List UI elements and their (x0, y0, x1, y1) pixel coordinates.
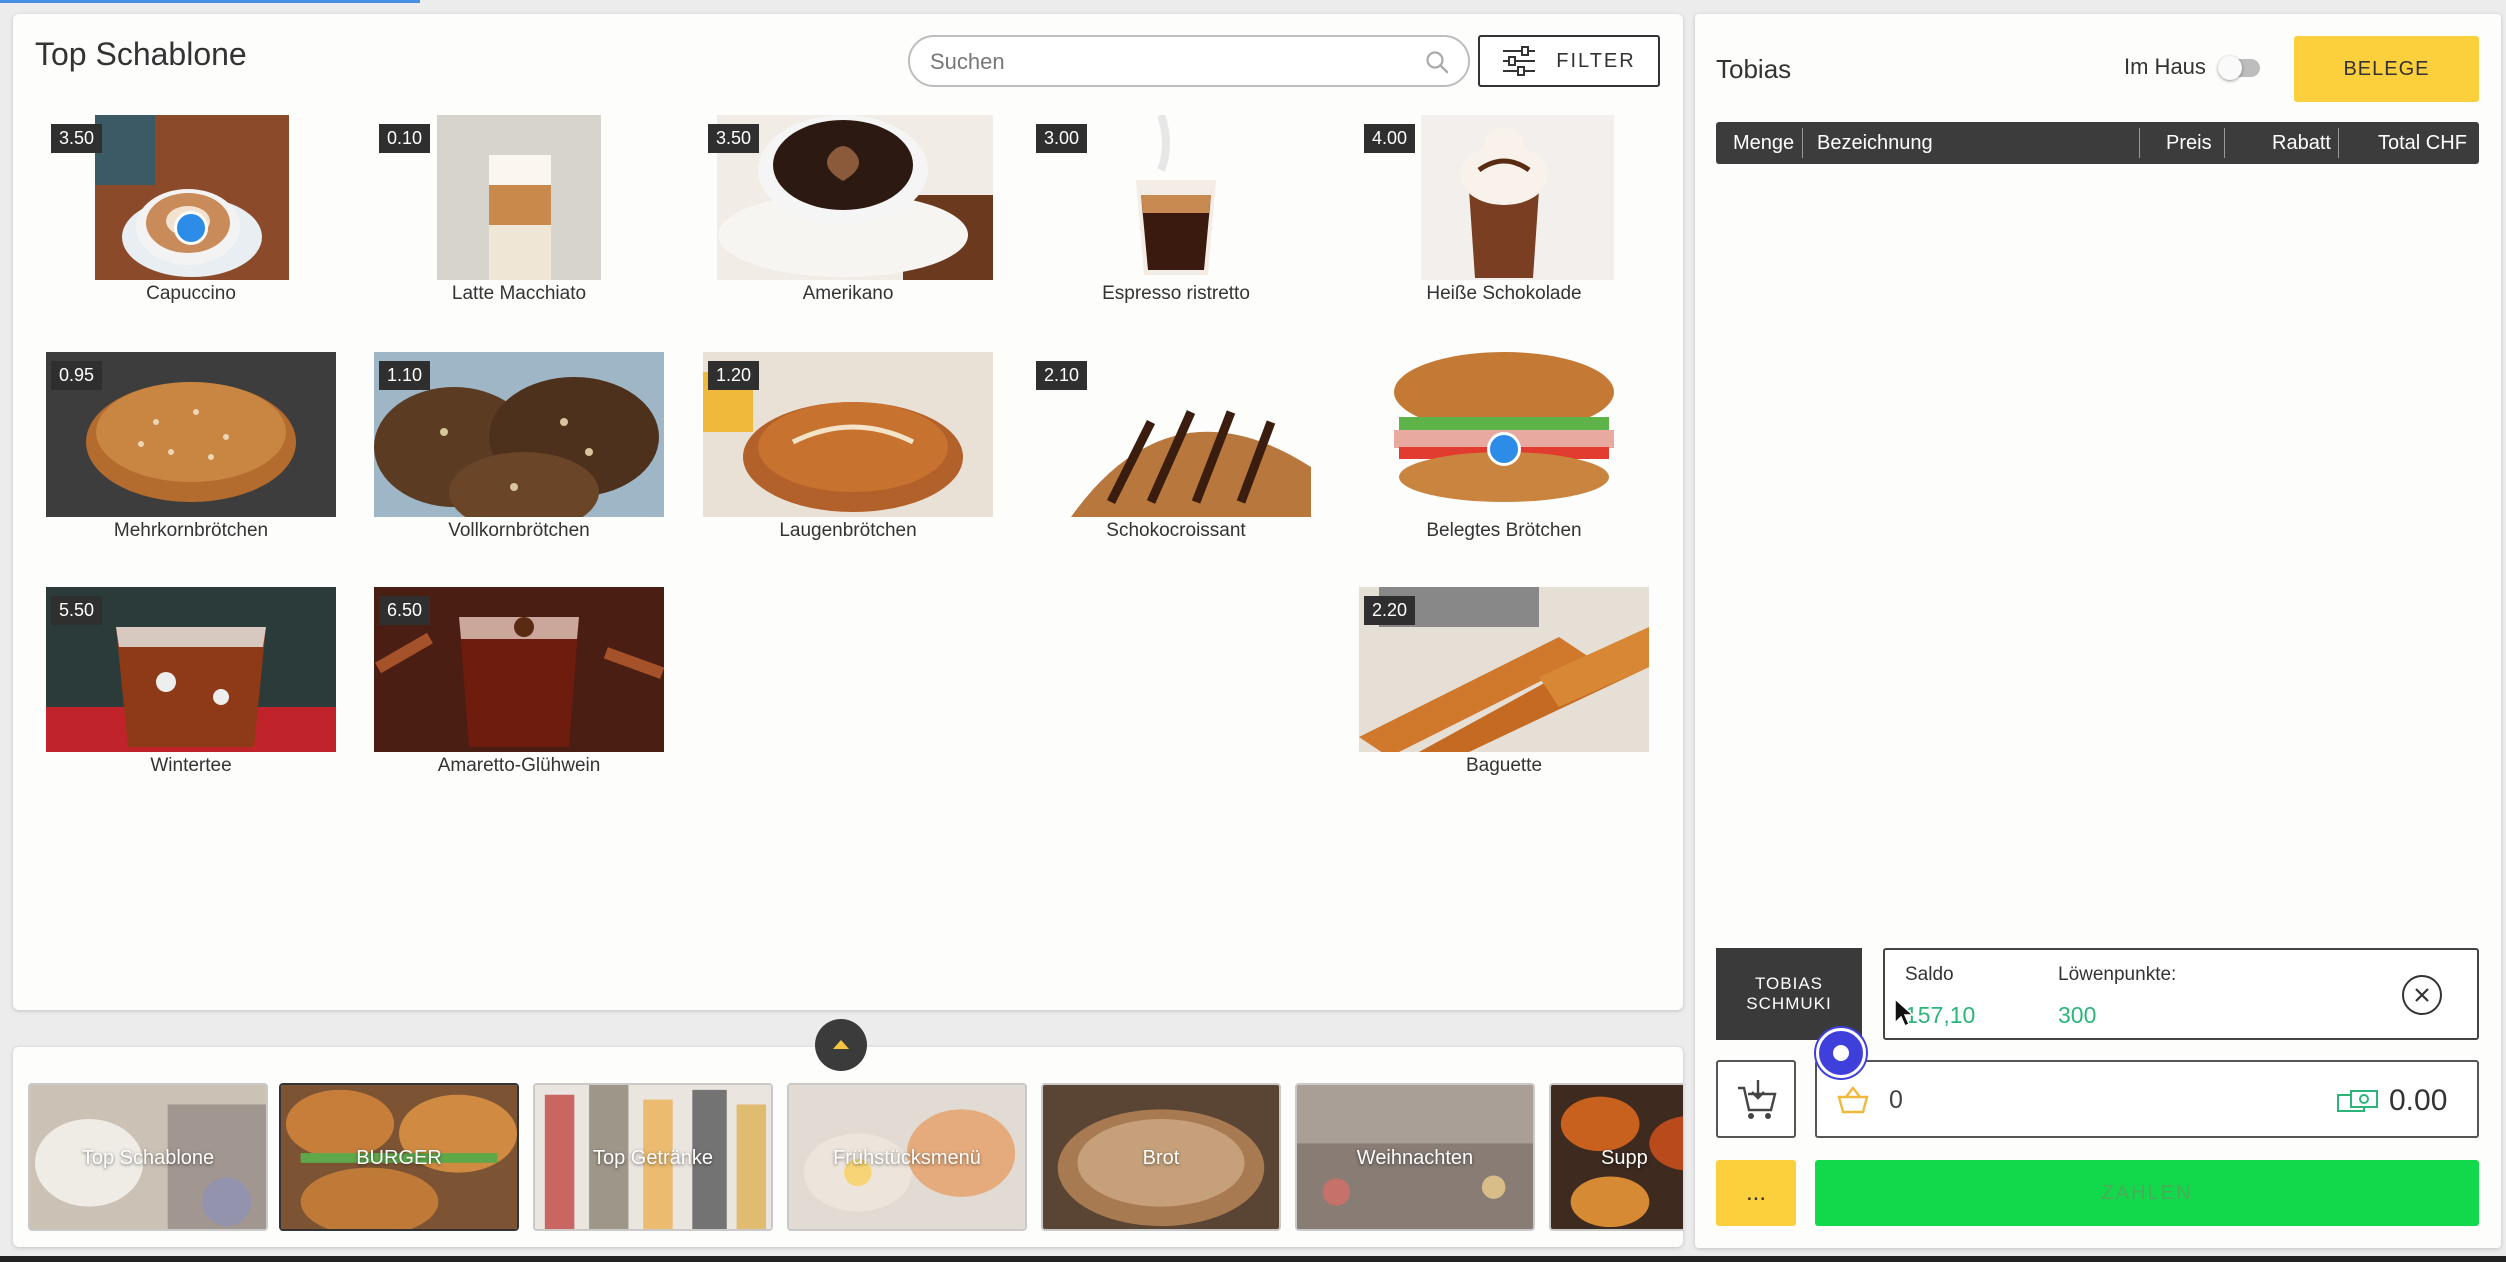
price-badge: 0.10 (379, 124, 431, 153)
search-box[interactable] (908, 35, 1470, 87)
product-name: Capuccino (146, 283, 236, 304)
price-badge: 4.00 (1364, 124, 1416, 153)
product-tile-capuccino[interactable]: 3.50 Capuccino (46, 115, 336, 315)
category-label: Top Getränke (592, 1147, 714, 1169)
column-total: Total CHF (2378, 132, 2467, 154)
saldo-value: 157,10 (1905, 1002, 1976, 1028)
sliders-icon (1503, 46, 1536, 76)
category-label: Supp (1601, 1147, 1648, 1169)
customer-card-button[interactable]: TOBIAS SCHMUKI (1716, 948, 1862, 1040)
category-brot[interactable]: Brot (1041, 1083, 1281, 1231)
product-name: Amerikano (802, 283, 894, 304)
price-badge: 2.10 (1036, 361, 1088, 390)
price-badge: 6.50 (379, 596, 431, 625)
price-badge: 5.50 (51, 596, 103, 625)
price-badge: 2.20 (1364, 596, 1416, 625)
product-tile-wintertee[interactable]: 5.50 Wintertee (46, 587, 336, 787)
saldo-label: Saldo (1905, 964, 1954, 985)
category-weihnachten[interactable]: Weihnachten (1295, 1083, 1535, 1231)
customer-last-name: SCHMUKI (1746, 994, 1832, 1013)
column-preis: Preis (2166, 132, 2212, 154)
order-table-header: Menge Bezeichnung Preis Rabatt Total CHF (1716, 122, 2479, 164)
customer-name: Tobias (1716, 54, 1792, 84)
filter-button[interactable]: FILTER (1478, 35, 1660, 87)
product-tile-vollkornbroetchen[interactable]: 1.10 Vollkornbrötchen (374, 352, 664, 552)
customer-balance-box: Saldo 157,10 Löwenpunkte: 300 (1883, 948, 2479, 1040)
product-name: Heiße Schokolade (1426, 283, 1582, 304)
category-bar: Top Schablone BURGER Top Getränke Frühst… (13, 1047, 1683, 1247)
product-panel: Top Schablone FILTER (13, 14, 1683, 1010)
category-label: Frühstücksmenü (833, 1147, 981, 1169)
price-badge: 0.95 (51, 361, 103, 390)
total-amount: 0.00 (2389, 1084, 2448, 1117)
remove-customer-button[interactable] (2402, 975, 2442, 1015)
filter-label: FILTER (1556, 49, 1636, 72)
price-badge: 3.50 (51, 124, 103, 153)
cloud-icon (174, 211, 208, 245)
cart-download-icon (1738, 1080, 1777, 1119)
product-tile-espresso-ristretto[interactable]: 3.00 Espresso ristretto (1031, 115, 1321, 315)
im-haus-toggle[interactable] (2218, 56, 2260, 80)
price-badge: 1.20 (708, 361, 760, 390)
loyalty-points-label: Löwenpunkte: (2058, 964, 2177, 985)
more-options-button[interactable]: ... (1716, 1160, 1796, 1226)
search-icon[interactable] (1424, 49, 1450, 75)
product-tile-baguette[interactable]: 2.20 Baguette (1359, 587, 1649, 787)
product-name: Wintertee (150, 755, 232, 776)
product-name: Vollkornbrötchen (448, 520, 590, 541)
cloud-icon (1487, 432, 1521, 466)
category-label: Top Schablone (81, 1147, 215, 1169)
product-tile-amaretto-gluehwein[interactable]: 6.50 Amaretto-Glühwein (374, 587, 664, 787)
basket-icon (1837, 1086, 1869, 1114)
column-menge: Menge (1733, 132, 1795, 154)
category-label: Brot (1142, 1147, 1180, 1169)
customer-first-name: TOBIAS (1754, 974, 1824, 993)
product-name: Belegtes Brötchen (1426, 520, 1582, 541)
pay-button[interactable]: ZAHLEN (1815, 1160, 2479, 1226)
bottom-edge (0, 1256, 2506, 1262)
category-suppen[interactable]: Supp (1549, 1083, 1683, 1231)
product-name: Laugenbrötchen (779, 520, 917, 541)
product-tile-schokocroissant[interactable]: 2.10 Schokocroissant (1031, 352, 1321, 552)
close-icon (2415, 988, 2429, 1002)
loading-indicator (0, 0, 420, 3)
product-tile-amerikano[interactable]: 3.50 Amerikano (703, 115, 993, 315)
category-top-getraenke[interactable]: Top Getränke (533, 1083, 773, 1231)
im-haus-label: Im Haus (2124, 54, 2206, 79)
product-tile-heisse-schokolade[interactable]: 4.00 Heiße Schokolade (1359, 115, 1649, 315)
expand-categories-button[interactable] (815, 1019, 867, 1071)
category-label: Weihnachten (1356, 1147, 1474, 1169)
category-top-schablone[interactable]: Top Schablone (28, 1083, 268, 1231)
price-badge: 3.50 (708, 124, 760, 153)
product-tile-laugenbroetchen[interactable]: 1.20 Laugenbrötchen (703, 352, 993, 552)
cash-icon (2337, 1090, 2378, 1112)
page-title: Top Schablone (35, 36, 247, 72)
product-tile-latte-macchiato[interactable]: 0.10 Latte Macchiato (374, 115, 664, 315)
caret-up-icon (833, 1040, 849, 1049)
touch-indicator (1816, 1028, 1866, 1078)
product-name: Schokocroissant (1106, 520, 1246, 541)
cart-button[interactable] (1716, 1060, 1796, 1138)
product-name: Espresso ristretto (1102, 283, 1250, 304)
product-name: Baguette (1465, 755, 1543, 776)
belege-button[interactable]: BELEGE (2294, 36, 2479, 102)
product-tile-belegtes-broetchen[interactable]: Belegtes Brötchen (1359, 352, 1649, 552)
column-bezeichnung: Bezeichnung (1817, 132, 1933, 154)
product-name: Latte Macchiato (451, 283, 587, 304)
category-label: BURGER (356, 1147, 442, 1169)
price-badge: 3.00 (1036, 124, 1088, 153)
product-name: Amaretto-Glühwein (437, 755, 601, 776)
column-rabatt: Rabatt (2272, 132, 2331, 154)
product-tile-mehrkornbroetchen[interactable]: 0.95 Mehrkornbrötchen (46, 352, 336, 552)
category-fruehstuecksmenue[interactable]: Frühstücksmenü (787, 1083, 1027, 1231)
category-burger[interactable]: BURGER (279, 1083, 519, 1231)
item-count: 0 (1889, 1086, 1903, 1114)
loyalty-points-value: 300 (2058, 1002, 2097, 1028)
order-panel: Tobias Im Haus BELEGE Menge Bezeichnung … (1695, 14, 2501, 1248)
totals-box: 0 0.00 (1815, 1060, 2479, 1138)
search-input[interactable] (930, 45, 1400, 79)
mouse-pointer-icon (1894, 997, 1915, 1028)
product-name: Mehrkornbrötchen (113, 520, 269, 541)
price-badge: 1.10 (379, 361, 431, 390)
